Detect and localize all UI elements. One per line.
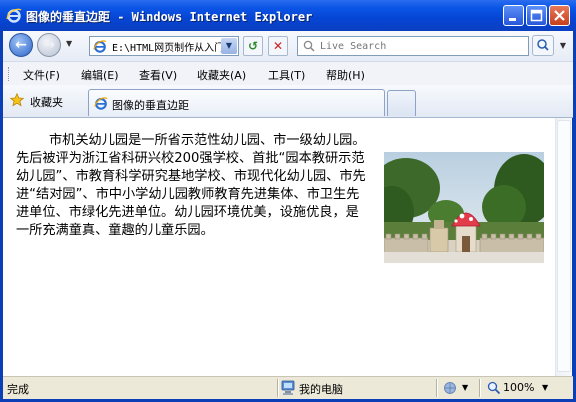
menu-bar: 文件(F) 编辑(E) 查看(V) 收藏夹(A) 工具(T) 帮助(H): [3, 61, 573, 86]
address-text[interactable]: E:\HTML网页制作从入门到精通: [112, 39, 222, 54]
history-dropdown-icon[interactable]: ▼: [66, 39, 76, 51]
forward-button[interactable]: →: [37, 33, 61, 57]
vertical-scrollbar[interactable]: [555, 118, 572, 376]
tab-ie-icon: [94, 97, 108, 110]
forward-arrow-icon: →: [43, 37, 55, 53]
search-options-dropdown-icon[interactable]: ▼: [556, 35, 570, 56]
favorites-button[interactable]: 收藏夹: [30, 94, 63, 110]
stop-icon: ✕: [272, 39, 284, 53]
search-icon: [303, 40, 315, 52]
refresh-icon: ↺: [247, 39, 259, 53]
menu-tools[interactable]: 工具(T): [268, 67, 305, 83]
tab-title: 图像的垂直边距: [112, 99, 189, 112]
status-separator: [277, 379, 279, 397]
search-button[interactable]: [532, 35, 554, 56]
scrollbar-thumb[interactable]: [557, 120, 571, 372]
new-tab-button[interactable]: [387, 90, 416, 116]
address-dropdown-icon[interactable]: ▼: [221, 38, 237, 54]
address-bar[interactable]: E:\HTML网页制作从入门到精通 ▼: [89, 36, 239, 56]
search-go-icon: [537, 39, 549, 51]
minimize-icon: [509, 18, 516, 21]
menu-help[interactable]: 帮助(H): [326, 67, 365, 83]
zoom-dropdown-icon[interactable]: ▼: [542, 383, 548, 392]
paragraph-text: 市机关幼儿园是一所省示范性幼儿园、市一级幼儿园。先后被评为浙江省科研兴校200强…: [16, 133, 366, 238]
computer-icon: [281, 380, 295, 395]
page-content: 市机关幼儿园是一所省示范性幼儿园、市一级幼儿园。先后被评为浙江省科研兴校200强…: [3, 118, 555, 376]
tab-current-page[interactable]: 图像的垂直边距: [88, 89, 385, 116]
status-bar: 完成 我的电脑 ▼ 100% ▼: [3, 376, 573, 399]
protected-mode-dropdown-icon[interactable]: ▼: [462, 383, 468, 392]
title-bar[interactable]: 图像的垂直边距 - Windows Internet Explorer: [0, 0, 576, 31]
search-box[interactable]: [297, 36, 529, 56]
menu-file[interactable]: 文件(F): [23, 67, 60, 83]
window-title: 图像的垂直边距 - Windows Internet Explorer: [26, 10, 313, 24]
ie-logo-icon: [6, 8, 22, 23]
refresh-button[interactable]: ↺: [243, 36, 263, 56]
browser-window: 图像的垂直边距 - Windows Internet Explorer ← → …: [0, 0, 576, 402]
back-arrow-icon: ←: [15, 37, 27, 53]
article-paragraph: 市机关幼儿园是一所省示范性幼儿园、市一级幼儿园。先后被评为浙江省科研兴校200强…: [16, 132, 544, 263]
stop-button[interactable]: ✕: [268, 36, 288, 56]
kindergarten-photo: [384, 152, 544, 263]
status-separator: [436, 379, 438, 397]
zoom-level[interactable]: 100%: [503, 381, 534, 394]
status-text: 完成: [7, 383, 29, 396]
page-ie-icon: [93, 40, 107, 53]
menu-edit[interactable]: 编辑(E): [81, 67, 119, 83]
toolbar-grip[interactable]: [8, 67, 12, 81]
close-icon: [554, 10, 565, 21]
maximize-icon: [530, 9, 543, 22]
status-separator: [479, 379, 481, 397]
zoom-icon[interactable]: [487, 381, 501, 395]
address-toolbar: ← → ▼ E:\HTML网页制作从入门到精通 ▼ ↺ ✕: [3, 31, 573, 61]
minimize-button[interactable]: [503, 5, 524, 26]
search-input[interactable]: [320, 38, 520, 54]
menu-view[interactable]: 查看(V): [139, 67, 177, 83]
favorites-star-icon: [10, 93, 24, 107]
maximize-button[interactable]: [526, 5, 547, 26]
protected-mode-icon[interactable]: [443, 381, 459, 395]
menu-favorites[interactable]: 收藏夹(A): [197, 67, 246, 83]
security-zone: 我的电脑: [299, 383, 343, 396]
back-button[interactable]: ←: [9, 33, 33, 57]
tab-bar: 收藏夹 图像的垂直边距: [3, 85, 573, 118]
close-button[interactable]: [549, 5, 570, 26]
